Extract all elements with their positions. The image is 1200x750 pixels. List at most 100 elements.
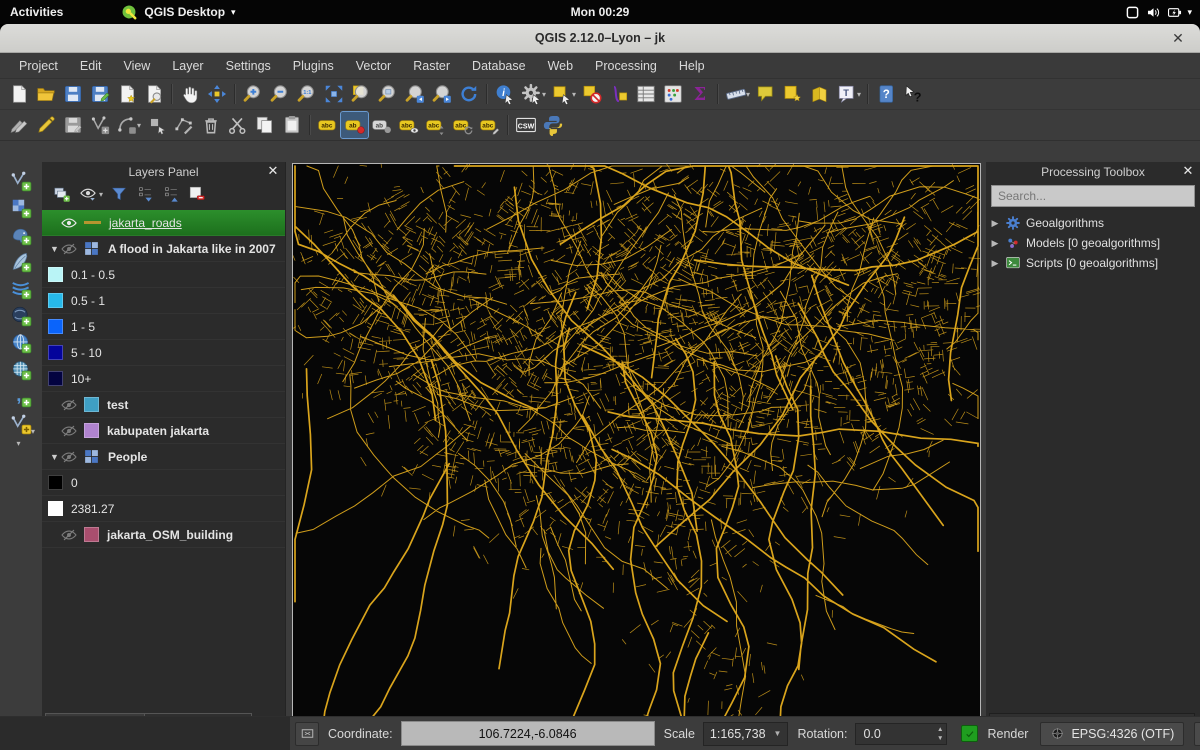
eye-hidden-icon[interactable] xyxy=(60,240,78,258)
layer-item-a-flood-in-jakarta-like-in-2007[interactable]: ▼A flood in Jakarta like in 2007 xyxy=(42,236,285,262)
rotation-input[interactable]: 0.0 ▲▼ xyxy=(855,723,947,745)
whats-this-button[interactable]: ? xyxy=(899,81,926,107)
menu-item-plugins[interactable]: Plugins xyxy=(282,56,345,76)
menu-item-processing[interactable]: Processing xyxy=(584,56,668,76)
expand-all-button[interactable] xyxy=(133,183,157,205)
copy-features-button[interactable] xyxy=(251,112,278,138)
processing-item-scripts[interactable]: ▶Scripts [0 geoalgorithms] xyxy=(990,253,1200,273)
activities-button[interactable]: Activities xyxy=(0,0,73,24)
add-postgis-layer-button[interactable] xyxy=(7,223,35,247)
toggle-editing-button[interactable] xyxy=(32,112,59,138)
label-rotate-button[interactable]: abc xyxy=(449,112,476,138)
zoom-next-button[interactable] xyxy=(428,81,455,107)
open-attribute-table-button[interactable] xyxy=(632,81,659,107)
add-delimited-text-button[interactable]: , xyxy=(7,385,35,409)
menu-item-settings[interactable]: Settings xyxy=(215,56,282,76)
save-project-as-button[interactable] xyxy=(86,81,113,107)
scale-select[interactable]: 1:165,738 ▼ xyxy=(703,722,789,746)
map-canvas[interactable] xyxy=(292,163,981,740)
pan-map-button[interactable] xyxy=(176,81,203,107)
processing-panel-close-button[interactable]: ✕ xyxy=(1180,163,1196,179)
eye-hidden-icon[interactable] xyxy=(60,448,78,466)
pan-to-selection-button[interactable] xyxy=(203,81,230,107)
layer-item-jakarta-osm-building[interactable]: jakarta_OSM_building xyxy=(42,522,285,548)
show-bookmarks-button[interactable] xyxy=(806,81,833,107)
add-spatialite-layer-button[interactable] xyxy=(7,250,35,274)
legend-item-0[interactable]: 0 xyxy=(42,470,285,496)
window-titlebar[interactable]: QGIS 2.12.0–Lyon – jk ✕ xyxy=(0,24,1200,53)
zoom-full-button[interactable] xyxy=(320,81,347,107)
volume-icon[interactable] xyxy=(1145,4,1162,21)
label-pin-active-button[interactable]: ab xyxy=(341,112,368,138)
add-circular-string-button[interactable] xyxy=(113,112,140,138)
coordinate-input[interactable] xyxy=(401,721,655,746)
processing-panel-header[interactable]: Processing Toolbox ✕ xyxy=(986,162,1200,182)
menu-item-project[interactable]: Project xyxy=(8,56,69,76)
caret-down-icon[interactable]: ▼ xyxy=(50,452,60,462)
identify-features-button[interactable]: i xyxy=(491,81,518,107)
menu-item-raster[interactable]: Raster xyxy=(402,56,461,76)
text-annotation-button[interactable]: T xyxy=(833,81,860,107)
eye-visible-icon[interactable] xyxy=(60,214,78,232)
legend-item-10-[interactable]: 10+ xyxy=(42,366,285,392)
move-feature-button[interactable] xyxy=(143,112,170,138)
menu-item-layer[interactable]: Layer xyxy=(161,56,214,76)
spinner-arrows-icon[interactable]: ▲▼ xyxy=(937,725,943,743)
messages-button[interactable]: … xyxy=(1194,722,1200,746)
add-wcs-layer-button[interactable] xyxy=(7,358,35,382)
remove-layer-button[interactable] xyxy=(185,183,209,205)
layer-item-jakarta-roads[interactable]: jakarta_roads xyxy=(42,210,285,236)
zoom-last-button[interactable] xyxy=(401,81,428,107)
eye-hidden-icon[interactable] xyxy=(60,396,78,414)
layer-item-people[interactable]: ▼People xyxy=(42,444,285,470)
processing-item-models[interactable]: ▶Models [0 geoalgorithms] xyxy=(990,233,1200,253)
layer-item-test[interactable]: test xyxy=(42,392,285,418)
caret-right-icon[interactable]: ▶ xyxy=(990,218,1000,229)
label-move-button[interactable]: abc xyxy=(422,112,449,138)
extents-button[interactable] xyxy=(295,722,319,746)
window-close-button[interactable]: ✕ xyxy=(1168,28,1188,48)
menu-item-help[interactable]: Help xyxy=(668,56,716,76)
add-feature-button[interactable] xyxy=(86,112,113,138)
save-layer-edits-button[interactable] xyxy=(59,112,86,138)
layer-item-kabupaten-jakarta[interactable]: kabupaten jakarta xyxy=(42,418,285,444)
add-raster-layer-button[interactable] xyxy=(7,196,35,220)
label-properties-button[interactable]: abc xyxy=(476,112,503,138)
add-wms-layer-button[interactable] xyxy=(7,331,35,355)
add-oracle-layer-button[interactable] xyxy=(7,304,35,328)
label-display-button[interactable]: abc xyxy=(395,112,422,138)
current-edits-button[interactable] xyxy=(5,112,32,138)
eye-hidden-icon[interactable] xyxy=(60,526,78,544)
processing-search-input[interactable] xyxy=(991,185,1195,207)
field-calculator-button[interactable] xyxy=(659,81,686,107)
zoom-in-button[interactable] xyxy=(239,81,266,107)
paste-features-button[interactable] xyxy=(278,112,305,138)
map-tips-button[interactable] xyxy=(752,81,779,107)
new-bookmark-button[interactable] xyxy=(779,81,806,107)
filter-legend-button[interactable] xyxy=(107,183,131,205)
legend-item-0-1-0-5[interactable]: 0.1 - 0.5 xyxy=(42,262,285,288)
add-vector-layer-button[interactable] xyxy=(7,169,35,193)
help-contents-button[interactable]: ? xyxy=(872,81,899,107)
node-tool-button[interactable] xyxy=(170,112,197,138)
label-tag-button[interactable]: abc xyxy=(314,112,341,138)
caret-right-icon[interactable]: ▶ xyxy=(990,238,1000,249)
caret-right-icon[interactable]: ▶ xyxy=(990,258,1000,269)
legend-item-5-10[interactable]: 5 - 10 xyxy=(42,340,285,366)
battery-icon[interactable] xyxy=(1166,4,1183,21)
zoom-out-button[interactable] xyxy=(266,81,293,107)
menu-item-web[interactable]: Web xyxy=(537,56,584,76)
label-pin-button[interactable]: ab xyxy=(368,112,395,138)
select-features-button[interactable] xyxy=(548,81,575,107)
layers-panel-close-button[interactable]: ✕ xyxy=(265,163,281,179)
system-menu-caret-icon[interactable]: ▾ xyxy=(1187,7,1192,18)
open-project-button[interactable] xyxy=(32,81,59,107)
new-project-button[interactable] xyxy=(5,81,32,107)
refresh-map-button[interactable] xyxy=(455,81,482,107)
legend-item-1-5[interactable]: 1 - 5 xyxy=(42,314,285,340)
composer-manager-button[interactable] xyxy=(140,81,167,107)
save-project-button[interactable] xyxy=(59,81,86,107)
window-mode-icon[interactable] xyxy=(1124,4,1141,21)
cut-features-button[interactable] xyxy=(224,112,251,138)
python-console-button[interactable] xyxy=(539,112,566,138)
